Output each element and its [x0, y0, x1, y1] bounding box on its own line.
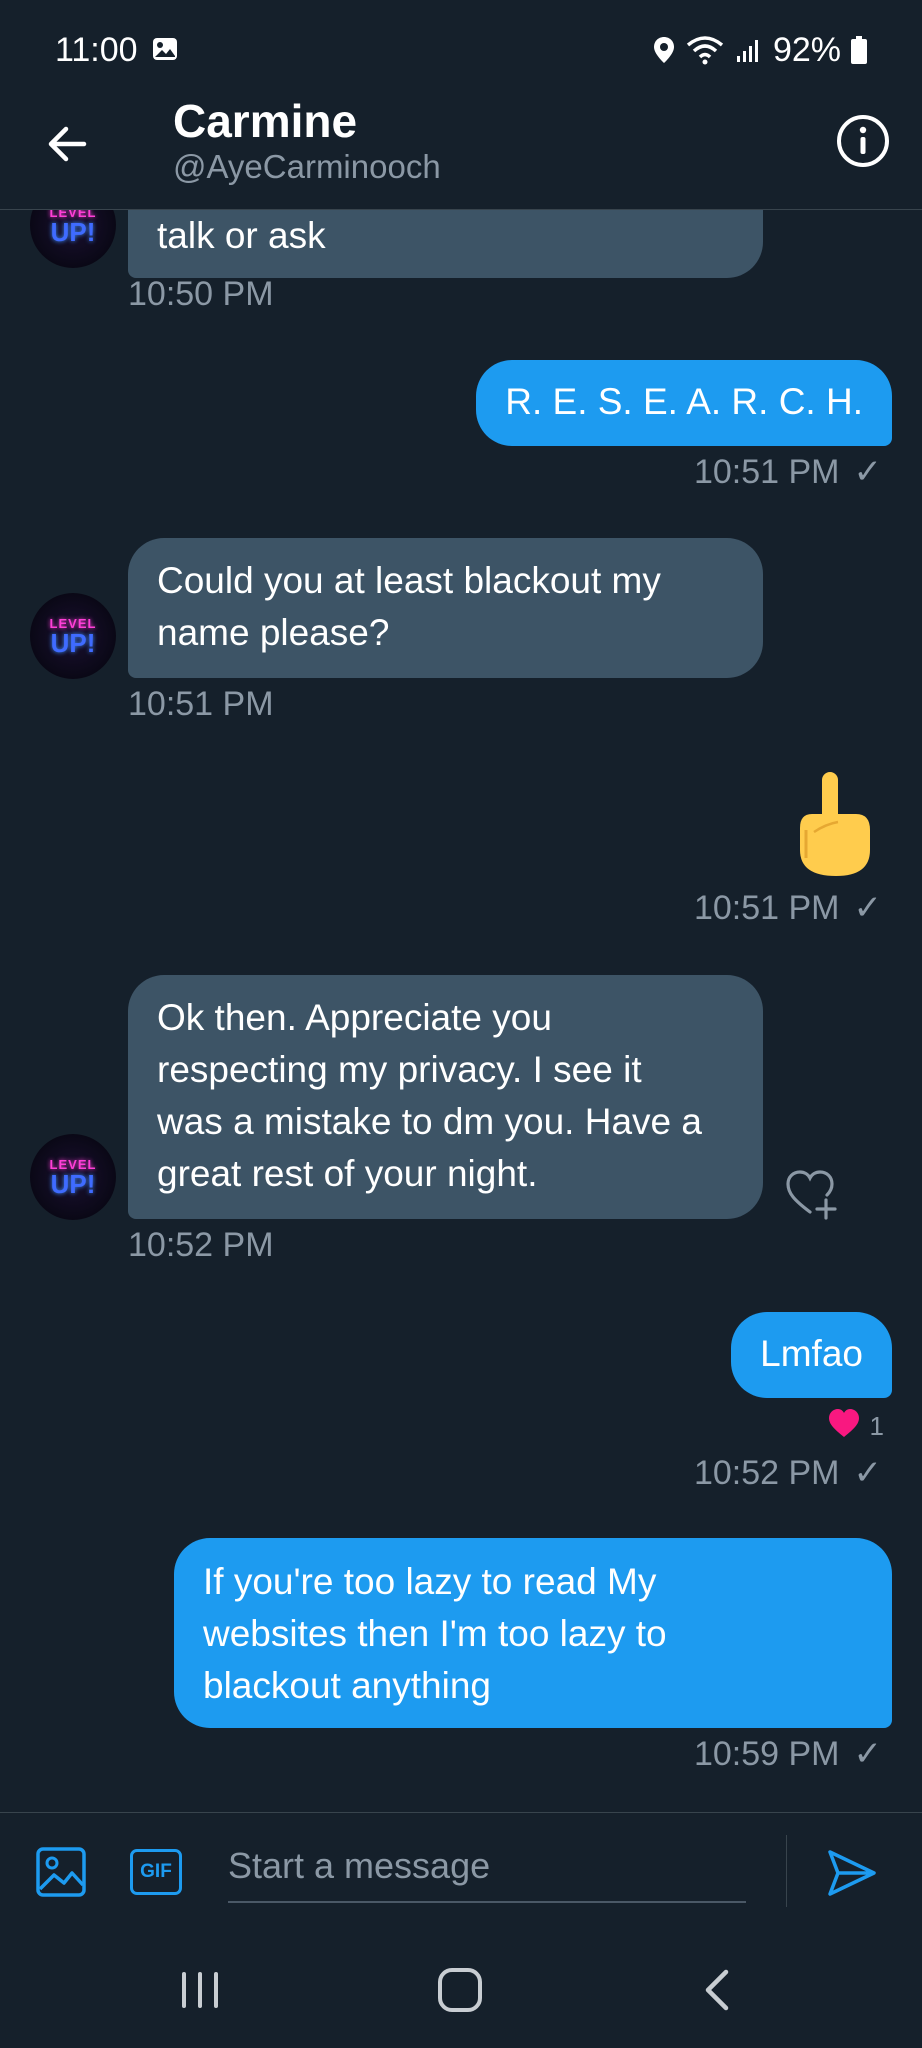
location-icon	[653, 36, 675, 64]
avatar[interactable]: LEVEL UP!	[30, 593, 116, 679]
avatar[interactable]: LEVEL UP!	[30, 1134, 116, 1220]
message-timestamp: 10:51 PM ✓	[693, 452, 883, 492]
system-nav-bar	[0, 1932, 922, 2048]
message-text-line: great rest of your night.	[157, 1153, 538, 1194]
recent-apps-icon[interactable]	[178, 1968, 222, 2017]
message-composer: GIF Start a message	[0, 1812, 922, 1932]
message-timestamp: 10:59 PM ✓	[693, 1734, 883, 1774]
read-check-icon: ✓	[853, 1735, 883, 1773]
message-timestamp: 10:50 PM	[128, 275, 274, 313]
reaction[interactable]: 1	[828, 1408, 884, 1445]
status-bar: 11:00 92%	[0, 0, 922, 100]
read-check-icon: ✓	[853, 1454, 883, 1492]
message-timestamp: 10:51 PM	[128, 685, 274, 723]
message-timestamp: 10:52 PM ✓	[693, 1453, 883, 1493]
message-bubble-incoming[interactable]: Ok then. Appreciate you respecting my pr…	[128, 975, 763, 1219]
message-text: talk or ask	[157, 215, 326, 256]
heart-add-icon[interactable]	[784, 1166, 840, 1222]
battery-icon	[851, 36, 867, 64]
signal-icon	[735, 36, 763, 64]
message-text-line: If you're too lazy to read My	[203, 1561, 657, 1602]
nav-back-icon[interactable]	[700, 1966, 734, 2019]
image-icon[interactable]	[36, 1847, 86, 1902]
gif-icon[interactable]: GIF	[130, 1849, 182, 1895]
status-time: 11:00	[55, 30, 138, 69]
message-text-line: Could you at least blackout my	[157, 560, 661, 601]
message-text-line: name please?	[157, 612, 390, 653]
message-text-line: websites then I'm too lazy to	[203, 1613, 667, 1654]
info-icon[interactable]	[836, 114, 890, 168]
message-bubble-outgoing[interactable]: If you're too lazy to read My websites t…	[174, 1538, 892, 1728]
read-check-icon: ✓	[853, 889, 883, 927]
message-input[interactable]: Start a message	[228, 1839, 746, 1903]
battery-level: 92%	[772, 30, 841, 69]
wifi-icon	[685, 35, 725, 65]
conversation-handle: @AyeCarminooch	[173, 148, 441, 185]
message-list[interactable]: LEVEL UP! talk or ask 10:50 PM R. E. S. …	[0, 210, 922, 1810]
avatar[interactable]: LEVEL UP!	[30, 210, 116, 268]
message-text: R. E. S. E. A. R. C. H.	[505, 381, 863, 422]
message-bubble-incoming[interactable]: talk or ask	[128, 210, 763, 278]
message-bubble-outgoing[interactable]: Lmfao	[731, 1312, 892, 1398]
message-text-line: respecting my privacy. I see it	[157, 1049, 642, 1090]
conversation-header: Carmine @AyeCarminooch	[0, 88, 922, 210]
message-bubble-outgoing[interactable]: R. E. S. E. A. R. C. H.	[476, 360, 892, 446]
conversation-name[interactable]: Carmine	[173, 94, 357, 148]
message-bubble-incoming[interactable]: Could you at least blackout my name plea…	[128, 538, 763, 678]
message-text-line: blackout anything	[203, 1665, 491, 1706]
composer-divider	[786, 1835, 787, 1907]
reaction-count: 1	[869, 1411, 884, 1441]
message-timestamp: 10:52 PM	[128, 1226, 274, 1264]
message-text: Lmfao	[760, 1333, 863, 1374]
read-check-icon: ✓	[853, 453, 883, 491]
back-arrow-icon[interactable]	[40, 116, 96, 172]
gallery-icon	[152, 31, 178, 70]
send-icon[interactable]	[826, 1847, 878, 1904]
heart-icon	[828, 1408, 860, 1445]
home-icon[interactable]	[436, 1966, 484, 2019]
message-timestamp: 10:51 PM ✓	[693, 888, 883, 928]
emoji-message[interactable]	[794, 770, 874, 880]
message-text-line: Ok then. Appreciate you	[157, 997, 552, 1038]
message-text-line: was a mistake to dm you. Have a	[157, 1101, 702, 1142]
